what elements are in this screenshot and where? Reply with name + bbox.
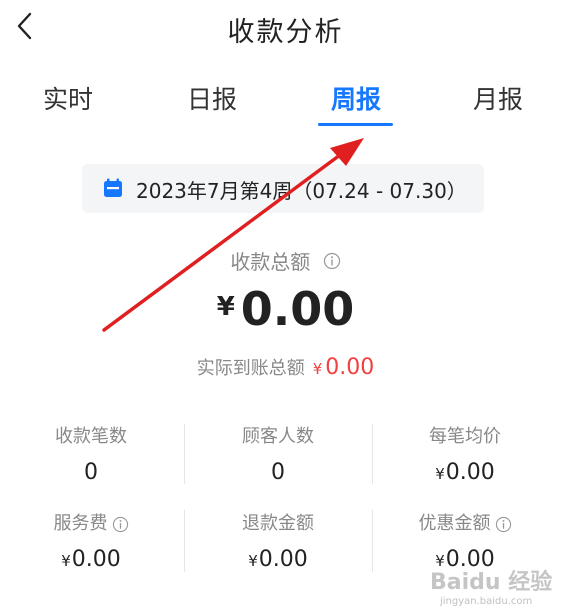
total-amount: ¥0.00	[0, 282, 571, 336]
tab-daily[interactable]: 日报	[152, 80, 272, 116]
stat-amount: 0.00	[445, 547, 495, 572]
stat-value: ¥0.00	[0, 547, 186, 572]
currency-symbol: ¥	[61, 552, 71, 570]
stat-customer-count: 顾客人数 0	[183, 422, 373, 485]
stat-average-per-transaction: 每笔均价 ¥0.00	[370, 422, 560, 485]
stat-label: 退款金额	[242, 513, 314, 534]
tab-weekly[interactable]: 周报	[296, 80, 416, 116]
currency-symbol: ¥	[248, 552, 258, 570]
total-amount-label-row: 收款总额	[0, 246, 571, 275]
stat-label: 收款笔数	[55, 426, 127, 447]
info-icon[interactable]	[112, 516, 129, 533]
page-title: 收款分析	[227, 17, 344, 48]
tab-realtime[interactable]: 实时	[8, 80, 128, 116]
stat-value: ¥0.00	[370, 547, 560, 572]
actual-received-row: 实际到账总额 ¥0.00	[0, 354, 571, 380]
stat-value: 0	[84, 460, 98, 485]
stat-refund-amount: 退款金额 ¥0.00	[183, 509, 373, 572]
actual-received-value: 0.00	[325, 355, 375, 380]
currency-symbol: ¥	[312, 360, 323, 378]
stat-value: 0	[271, 460, 285, 485]
stat-label: 每笔均价	[429, 426, 501, 447]
stat-amount: 0.00	[258, 547, 308, 572]
stat-label: 顾客人数	[242, 426, 314, 447]
stat-amount: 0.00	[71, 547, 121, 572]
currency-symbol: ¥	[435, 465, 445, 483]
week-date-picker[interactable]: 2023年7月第4周（07.24 - 07.30）	[82, 164, 484, 213]
header-bar: 收款分析	[0, 0, 571, 58]
currency-symbol: ¥	[216, 292, 235, 322]
stat-label-row: 优惠金额	[370, 509, 560, 535]
stat-label: 优惠金额	[418, 513, 491, 534]
stat-value: ¥0.00	[370, 460, 560, 485]
tab-monthly[interactable]: 月报	[438, 80, 558, 116]
active-tab-indicator	[318, 123, 393, 126]
currency-symbol: ¥	[435, 552, 445, 570]
stat-label-row: 服务费	[0, 509, 186, 535]
info-icon[interactable]	[495, 516, 512, 533]
info-icon[interactable]	[323, 252, 341, 270]
total-amount-label: 收款总额	[230, 250, 311, 274]
stat-discount-amount: 优惠金额 ¥0.00	[370, 509, 560, 572]
calendar-icon	[104, 178, 122, 197]
stat-value: ¥0.00	[183, 547, 373, 572]
watermark-url: jingyan.baidu.com	[440, 596, 533, 607]
stat-amount: 0.00	[445, 460, 495, 485]
stat-service-fee: 服务费 ¥0.00	[0, 509, 186, 572]
total-amount-value: 0.00	[240, 282, 355, 336]
report-tabs: 实时 日报 周报 月报	[0, 70, 571, 130]
stat-transaction-count: 收款笔数 0	[0, 422, 186, 485]
actual-received-label: 实际到账总额	[196, 358, 305, 379]
stat-label: 服务费	[53, 513, 108, 534]
date-range-label: 2023年7月第4周（07.24 - 07.30）	[136, 179, 467, 203]
